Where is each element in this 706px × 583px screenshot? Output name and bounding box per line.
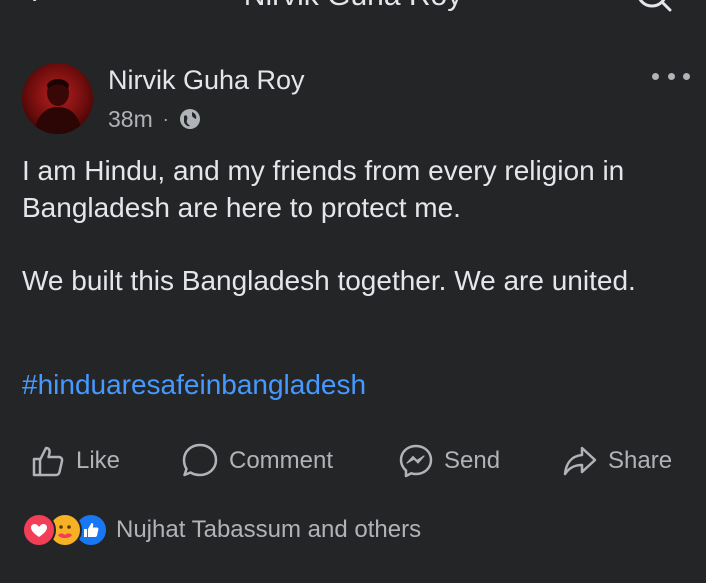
comment-label: Comment: [229, 447, 334, 474]
hashtag-link[interactable]: #hinduaresafeinbangladesh: [22, 369, 366, 401]
post-time[interactable]: 38m: [108, 106, 153, 133]
comment-icon: [182, 443, 218, 477]
post-actions: Like Comment Send Share: [0, 436, 706, 486]
thumbs-up-icon: [32, 446, 64, 477]
page-title: Nirvik Guha Roy: [0, 0, 706, 13]
top-bar: ‹ Nirvik Guha Roy: [0, 0, 706, 14]
author-name[interactable]: Nirvik Guha Roy: [108, 65, 305, 96]
post-paragraph: I am Hindu, and my friends from every re…: [22, 155, 625, 223]
send-label: Send: [444, 447, 501, 474]
love-icon: [22, 513, 56, 547]
send-button[interactable]: Send: [398, 436, 500, 486]
share-button[interactable]: Share: [562, 436, 672, 486]
like-label: Like: [76, 447, 121, 474]
avatar[interactable]: [22, 63, 93, 134]
like-button[interactable]: Like: [30, 436, 120, 486]
meta-separator: ·: [162, 108, 169, 129]
share-icon: [563, 446, 597, 476]
reactions-summary[interactable]: Nujhat Tabassum and others: [22, 513, 421, 547]
comment-button[interactable]: Comment: [181, 436, 333, 486]
globe-icon: [179, 109, 200, 129]
post-meta: 38m ·: [108, 104, 201, 134]
messenger-icon: [399, 444, 433, 478]
post-paragraph: We built this Bangladesh together. We ar…: [22, 265, 636, 296]
more-options-icon[interactable]: [652, 66, 690, 86]
reactions-text: Nujhat Tabassum and others: [116, 516, 422, 543]
search-icon[interactable]: [634, 0, 674, 14]
post-text: I am Hindu, and my friends from every re…: [22, 152, 692, 335]
share-label: Share: [608, 447, 673, 474]
